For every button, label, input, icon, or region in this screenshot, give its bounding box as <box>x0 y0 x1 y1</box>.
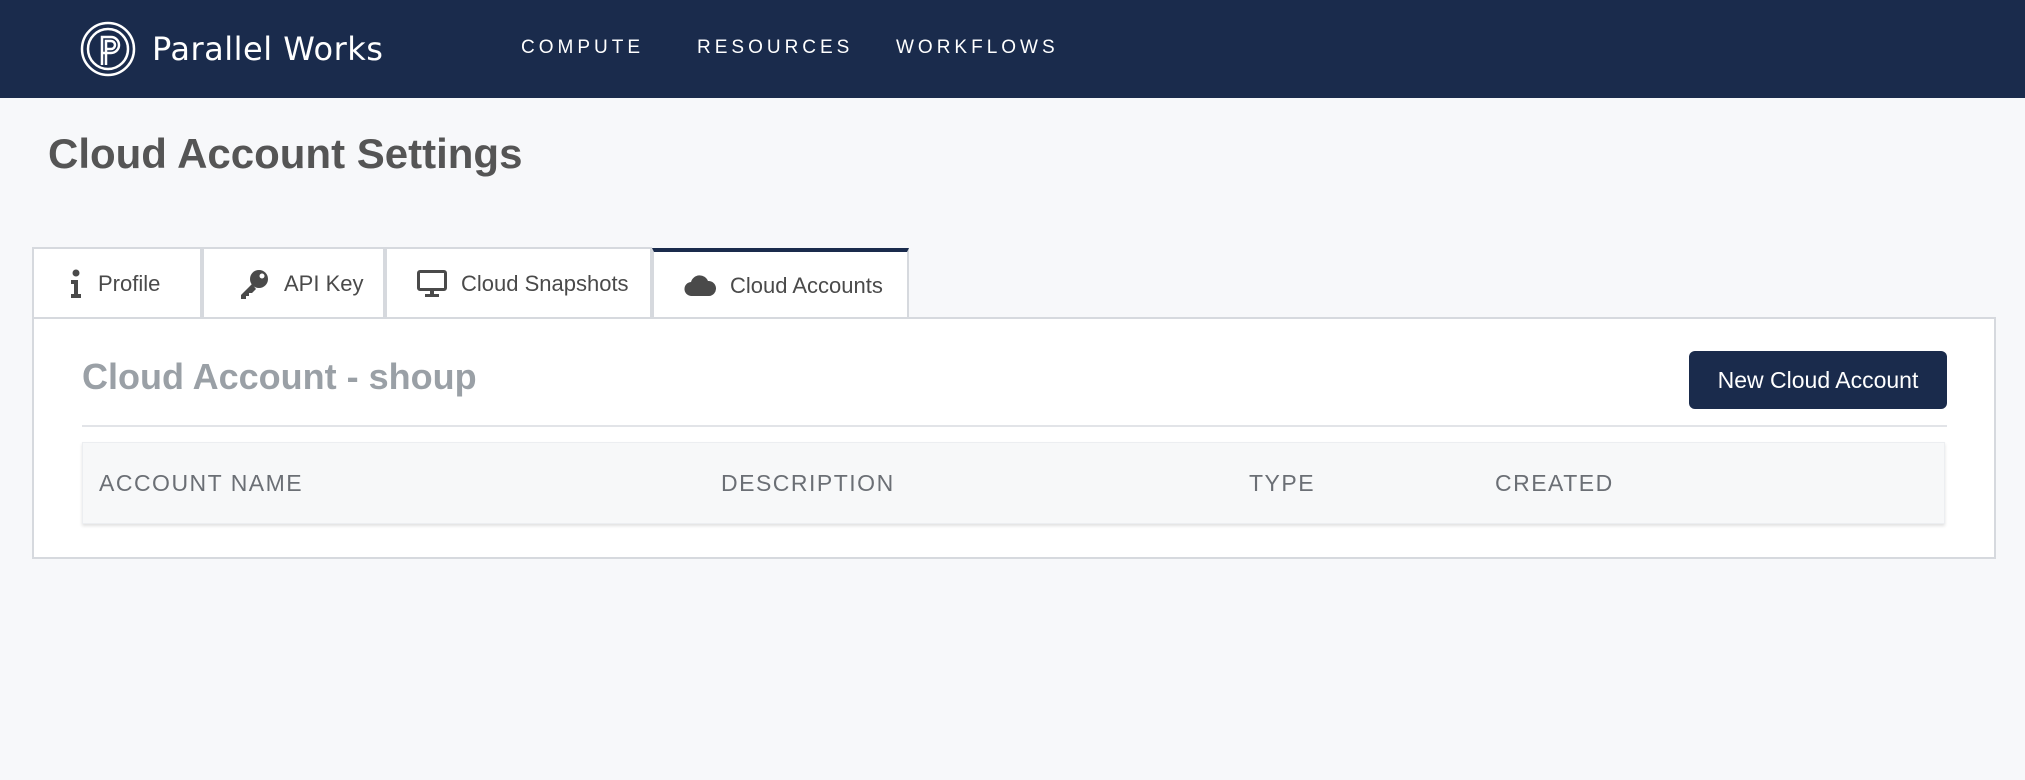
divider <box>82 425 1947 427</box>
tab-profile[interactable]: Profile <box>32 247 202 319</box>
key-icon <box>238 268 270 300</box>
page-title: Cloud Account Settings <box>48 130 523 177</box>
new-cloud-account-button[interactable]: New Cloud Account <box>1689 351 1947 409</box>
column-header-created[interactable]: CREATED <box>1495 470 1614 497</box>
top-navigation-bar: Parallel Works COMPUTE RESOURCES WORKFLO… <box>0 0 2025 98</box>
tab-profile-label: Profile <box>98 271 161 296</box>
info-icon <box>68 269 84 299</box>
parallel-works-logo-icon <box>80 21 136 77</box>
column-header-description[interactable]: DESCRIPTION <box>721 470 895 497</box>
table-header <box>82 442 1945 524</box>
tab-cloud-accounts[interactable]: Cloud Accounts <box>652 248 909 320</box>
column-header-account-name[interactable]: ACCOUNT NAME <box>99 470 303 497</box>
column-header-type[interactable]: TYPE <box>1249 470 1315 497</box>
tab-api-key-label: API Key <box>284 271 364 296</box>
logo[interactable]: Parallel Works <box>80 20 383 78</box>
tab-cloud-accounts-label: Cloud Accounts <box>730 273 883 298</box>
nav-compute[interactable]: COMPUTE <box>521 37 644 59</box>
tab-api-key[interactable]: API Key <box>202 247 385 319</box>
nav-resources[interactable]: RESOURCES <box>697 37 853 59</box>
panel-title: Cloud Account - shoup <box>82 356 477 397</box>
nav-workflows[interactable]: WORKFLOWS <box>896 37 1059 59</box>
logo-text: Parallel Works <box>152 30 384 68</box>
tab-cloud-snapshots[interactable]: Cloud Snapshots <box>385 247 652 319</box>
tab-cloud-snapshots-label: Cloud Snapshots <box>461 271 629 296</box>
cloud-icon <box>684 275 716 297</box>
monitor-icon <box>417 270 447 298</box>
